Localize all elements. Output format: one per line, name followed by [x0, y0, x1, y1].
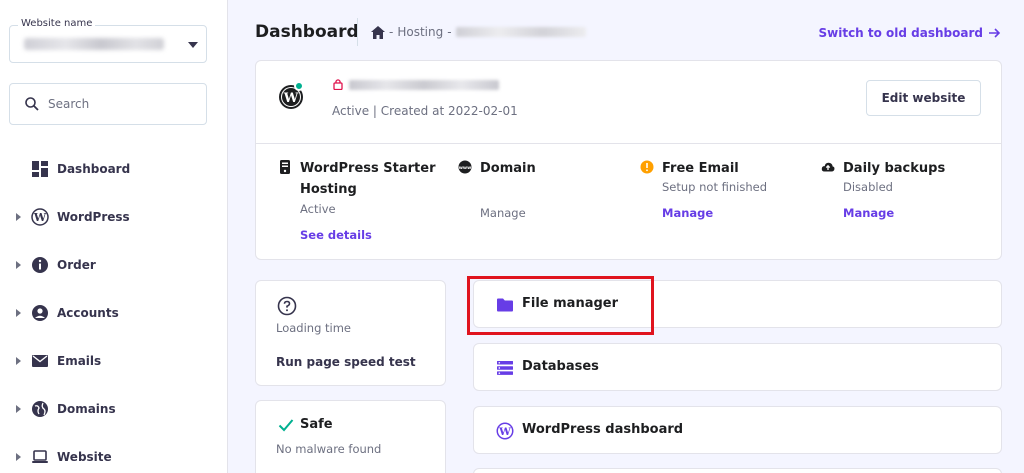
- search-input[interactable]: [48, 95, 198, 113]
- annotation-highlight-box: [467, 276, 654, 335]
- www-globe-icon: www: [458, 160, 472, 174]
- question-circle-icon: [277, 296, 297, 316]
- expand-arrow-icon: [16, 261, 21, 269]
- page-speed-card: Loading time Run page speed test: [255, 280, 446, 386]
- search-icon: [25, 97, 39, 111]
- svg-text:www: www: [459, 166, 471, 171]
- feature-subtitle: Active: [300, 202, 336, 216]
- edit-website-button[interactable]: Edit website: [866, 80, 981, 116]
- sidebar-item-label: Domains: [57, 402, 116, 416]
- laptop-icon: [32, 450, 48, 463]
- svg-text:W: W: [498, 426, 511, 438]
- website-select-value-blurred: [24, 38, 164, 50]
- sidebar-item-label: Accounts: [57, 306, 119, 320]
- website-select[interactable]: Website name: [9, 18, 207, 63]
- databases-card[interactable]: Databases: [473, 343, 1002, 391]
- malware-scan-card: Safe No malware found: [255, 400, 446, 473]
- site-url-blurred: [349, 80, 499, 90]
- globe-icon: [32, 401, 48, 417]
- svg-text:W: W: [283, 91, 299, 106]
- tool-card-partial[interactable]: [473, 468, 1002, 473]
- security-status-title: Safe: [300, 417, 333, 432]
- run-speed-test-link[interactable]: Run page speed test: [276, 355, 416, 369]
- sidebar-item-website[interactable]: Website: [0, 435, 228, 473]
- sidebar-item-order[interactable]: Order: [0, 243, 228, 287]
- sidebar-item-label: Website: [57, 450, 112, 464]
- email-manage-link[interactable]: Manage: [662, 206, 713, 220]
- sidebar-item-accounts[interactable]: Accounts: [0, 291, 228, 335]
- sidebar-item-wordpress[interactable]: W WordPress: [0, 195, 228, 239]
- mail-icon: [32, 355, 48, 367]
- switch-old-dashboard-link[interactable]: Switch to old dashboard: [818, 26, 1001, 40]
- website-overview-card: W Active | Created at 2022-02-01 Edit we…: [255, 60, 1002, 260]
- checkmark-icon: [278, 419, 294, 432]
- database-icon: [497, 361, 513, 375]
- feature-title: Daily backups: [843, 161, 946, 176]
- warning-icon: [640, 160, 654, 174]
- breadcrumb-separator: -: [447, 25, 452, 39]
- breadcrumb-separator: -: [389, 25, 394, 39]
- online-status-dot: [294, 81, 304, 91]
- header: Dashboard - Hosting - Switch to old dash…: [255, 18, 1005, 48]
- title-divider: [357, 18, 358, 46]
- expand-arrow-icon: [16, 453, 21, 461]
- domain-manage-link[interactable]: Manage: [480, 206, 526, 220]
- site-status-text: Active | Created at 2022-02-01: [332, 104, 518, 118]
- website-select-label: Website name: [18, 18, 96, 29]
- wordpress-icon: W: [496, 422, 514, 440]
- feature-title: Domain: [480, 161, 536, 176]
- arrow-right-icon: [989, 28, 1001, 38]
- wordpress-icon: W: [31, 208, 49, 226]
- breadcrumb-site-blurred: [455, 27, 586, 37]
- security-status-subtitle: No malware found: [276, 442, 382, 456]
- feature-title: WordPress Starter Hosting: [300, 161, 436, 197]
- tool-label: WordPress dashboard: [522, 422, 684, 437]
- sidebar-item-label: Emails: [57, 354, 102, 368]
- sidebar-item-label: Order: [57, 258, 96, 272]
- svg-text:W: W: [33, 211, 47, 224]
- caret-down-icon: [188, 42, 198, 48]
- home-icon[interactable]: [371, 25, 385, 39]
- breadcrumb: - Hosting -: [371, 25, 586, 39]
- sidebar-item-emails[interactable]: Emails: [0, 339, 228, 383]
- expand-arrow-icon: [16, 357, 21, 365]
- wordpress-dashboard-card[interactable]: W WordPress dashboard: [473, 406, 1002, 454]
- account-icon: [32, 305, 48, 321]
- switch-old-dashboard-label: Switch to old dashboard: [818, 26, 983, 40]
- sidebar: Website name Dashboard W WordPress Order…: [0, 0, 228, 473]
- server-icon: [280, 160, 290, 174]
- page-title: Dashboard: [255, 22, 359, 42]
- breadcrumb-hosting[interactable]: Hosting: [397, 25, 443, 39]
- feature-title: Free Email: [662, 161, 739, 176]
- expand-arrow-icon: [16, 405, 21, 413]
- expand-arrow-icon: [16, 309, 21, 317]
- grid-icon: [32, 161, 48, 177]
- feature-subtitle: Setup not finished: [662, 180, 767, 194]
- sidebar-item-domains[interactable]: Domains: [0, 387, 228, 431]
- see-details-link[interactable]: See details: [300, 228, 372, 242]
- feature-subtitle: Disabled: [843, 180, 893, 194]
- backups-manage-link[interactable]: Manage: [843, 206, 894, 220]
- search-box[interactable]: [9, 83, 207, 125]
- divider: [256, 143, 1001, 144]
- loading-time-label: Loading time: [276, 321, 352, 335]
- sidebar-item-dashboard[interactable]: Dashboard: [0, 147, 228, 191]
- sidebar-item-label: Dashboard: [57, 162, 131, 176]
- expand-arrow-icon: [16, 213, 21, 221]
- lock-icon: [333, 79, 343, 90]
- sidebar-item-label: WordPress: [57, 210, 130, 224]
- tool-label: Databases: [522, 359, 599, 374]
- cloud-upload-icon: [821, 162, 835, 172]
- info-icon: [32, 257, 48, 273]
